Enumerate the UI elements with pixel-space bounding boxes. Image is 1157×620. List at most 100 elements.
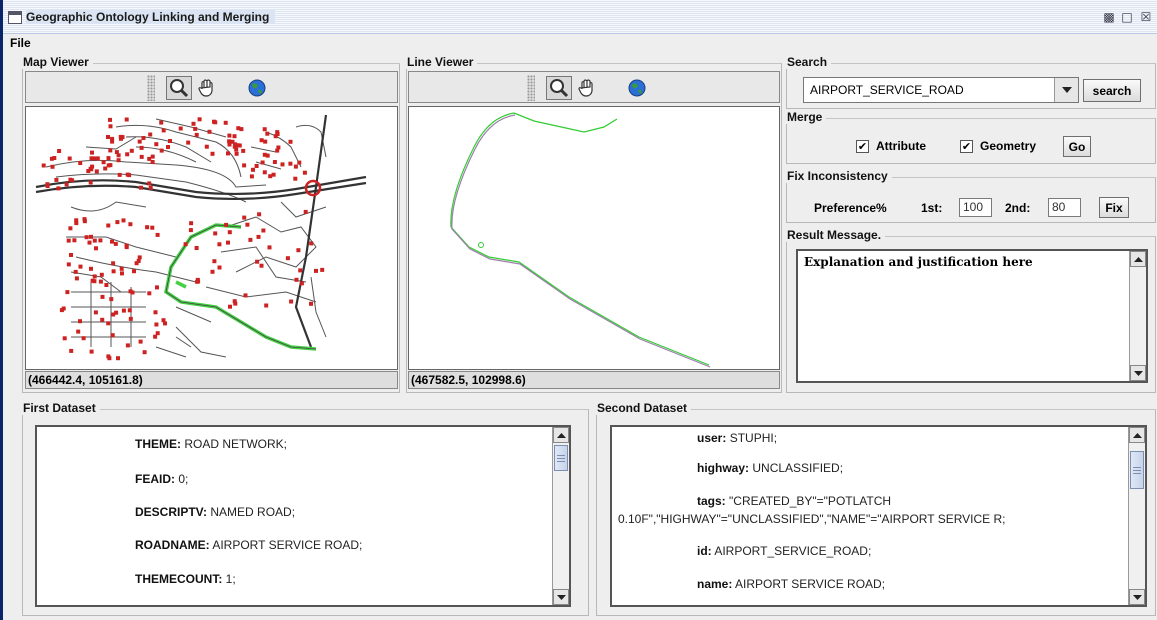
scroll-up-icon[interactable] xyxy=(553,427,569,443)
map-node xyxy=(100,317,105,322)
road-network-map[interactable] xyxy=(26,107,397,369)
globe-icon[interactable] xyxy=(244,76,270,100)
map-node xyxy=(136,258,141,263)
scroll-down-icon[interactable] xyxy=(1130,365,1146,381)
pan-hand-icon[interactable] xyxy=(574,76,600,100)
map-node xyxy=(299,281,304,286)
map-node xyxy=(103,166,108,171)
map-node xyxy=(90,150,94,155)
map-node xyxy=(141,136,146,140)
map-canvas[interactable] xyxy=(25,106,398,370)
map-node xyxy=(125,172,130,177)
map-node xyxy=(66,238,71,243)
map-node xyxy=(227,230,232,235)
map-node xyxy=(154,142,159,147)
map-node xyxy=(92,279,97,284)
map-node xyxy=(50,164,55,169)
map-node xyxy=(93,310,98,315)
second-preference-field[interactable]: 80 xyxy=(1048,198,1081,217)
second-dataset-scrollbar[interactable] xyxy=(1128,427,1145,605)
map-node xyxy=(54,177,59,182)
map-node xyxy=(150,160,155,164)
pan-hand-icon[interactable] xyxy=(194,76,220,100)
menu-file[interactable]: File xyxy=(10,36,31,50)
map-node xyxy=(210,151,215,156)
map-node xyxy=(69,348,74,353)
attribute-checkbox[interactable]: ✔ xyxy=(856,140,869,153)
globe-icon[interactable] xyxy=(624,76,650,100)
map-node xyxy=(297,160,302,165)
map-node xyxy=(41,163,46,168)
first-preference-field[interactable]: 100 xyxy=(959,198,992,217)
list-item: FEAID: 0; xyxy=(135,472,189,486)
map-node xyxy=(120,271,124,276)
map-node xyxy=(121,308,126,313)
map-node xyxy=(168,139,172,143)
scroll-thumb[interactable] xyxy=(554,445,568,471)
close-icon[interactable]: ☒ xyxy=(1138,9,1154,25)
scroll-down-icon[interactable] xyxy=(553,589,569,605)
map-node xyxy=(113,241,118,246)
map-node xyxy=(189,221,194,226)
maximize-icon[interactable]: □ xyxy=(1119,9,1135,25)
second-label: 2nd: xyxy=(1005,201,1031,215)
map-node xyxy=(65,290,70,295)
result-scrollbar[interactable] xyxy=(1129,251,1146,381)
go-button[interactable]: Go xyxy=(1063,136,1091,157)
map-node xyxy=(115,220,120,225)
map-node xyxy=(92,238,97,243)
map-node xyxy=(242,215,247,220)
first-dataset-scrollbar[interactable] xyxy=(552,427,569,605)
list-item: name: AIRPORT SERVICE ROAD; xyxy=(697,577,886,591)
map-node xyxy=(137,139,142,144)
map-node xyxy=(99,272,104,277)
zoom-magnifier-icon[interactable] xyxy=(546,76,572,100)
toolbar-grip[interactable] xyxy=(147,75,155,101)
map-node xyxy=(78,319,82,324)
scroll-thumb[interactable] xyxy=(1130,451,1144,489)
map-node xyxy=(92,156,97,161)
map-node xyxy=(100,294,105,299)
search-combo[interactable]: AIRPORT_SERVICE_ROAD xyxy=(803,77,1079,103)
minimize-icon[interactable]: ▩ xyxy=(1101,9,1117,25)
map-node xyxy=(87,240,92,245)
search-title: Search xyxy=(783,55,832,69)
line-canvas[interactable] xyxy=(408,106,780,370)
map-node xyxy=(302,170,307,175)
map-node xyxy=(232,144,237,149)
map-node xyxy=(224,222,229,227)
scroll-down-icon[interactable] xyxy=(1129,589,1145,605)
scroll-up-icon[interactable] xyxy=(1130,251,1146,267)
map-node xyxy=(129,148,134,153)
search-button[interactable]: search xyxy=(1083,79,1141,102)
list-item: tags: "CREATED_BY"="POTLATCH xyxy=(697,494,892,508)
map-node xyxy=(106,156,111,161)
map-node xyxy=(207,129,212,134)
map-node xyxy=(161,128,166,133)
result-message-area[interactable]: Explanation and justification here xyxy=(796,249,1148,383)
map-node xyxy=(116,356,120,361)
scroll-up-icon[interactable] xyxy=(1129,427,1145,443)
map-node xyxy=(110,239,114,244)
line-plot[interactable] xyxy=(409,107,779,369)
zoom-magnifier-icon[interactable] xyxy=(166,76,192,100)
map-node xyxy=(89,349,94,354)
map-node xyxy=(155,331,160,336)
map-node xyxy=(145,225,150,230)
toolbar-grip[interactable] xyxy=(527,75,535,101)
map-node xyxy=(125,152,130,157)
chevron-down-icon[interactable] xyxy=(1054,78,1078,102)
map-node xyxy=(138,339,143,344)
map-node xyxy=(272,160,277,164)
first-dataset-area[interactable]: THEME: ROAD NETWORK; FEAID: 0; DESCRIPTV… xyxy=(35,425,571,607)
map-node xyxy=(232,134,237,139)
menu-bar: File xyxy=(3,34,1157,52)
map-node xyxy=(64,182,69,187)
second-dataset-area[interactable]: user: STUPHI; highway: UNCLASSIFIED; tag… xyxy=(610,425,1147,607)
map-node xyxy=(106,135,110,139)
title-bar[interactable]: Geographic Ontology Linking and Merging … xyxy=(3,0,1157,34)
map-node xyxy=(59,308,64,313)
geometry-checkbox[interactable]: ✔ xyxy=(960,140,973,153)
fix-button[interactable]: Fix xyxy=(1099,197,1129,218)
list-item: DESCRIPTV: NAMED ROAD; xyxy=(135,505,296,519)
